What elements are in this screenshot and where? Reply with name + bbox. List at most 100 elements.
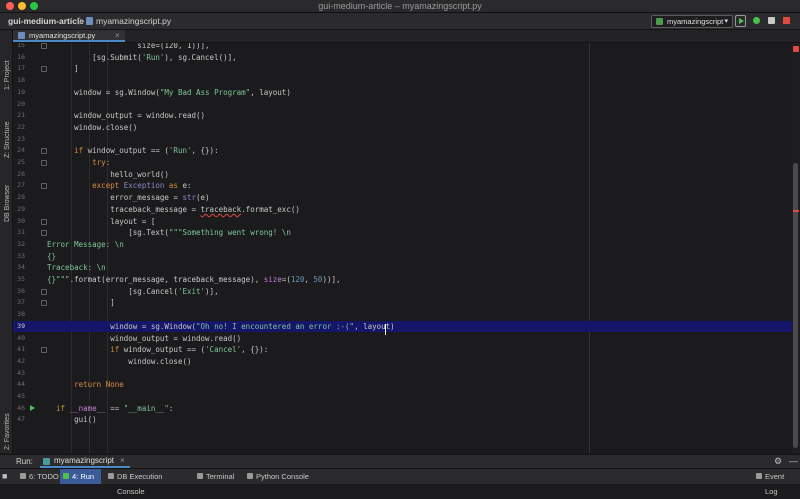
breadcrumb-file[interactable]: myamazingscript.py [96,13,171,29]
code-line[interactable]: 41 if window_output == ('Cancel', {}): [13,344,792,356]
code-line[interactable]: 38 [13,309,792,321]
line-number[interactable]: 17 [13,63,25,75]
line-number[interactable]: 16 [13,52,25,64]
code-line[interactable]: 47 gui() [13,414,792,426]
line-number[interactable]: 36 [13,286,25,298]
line-number[interactable]: 30 [13,216,25,228]
code-token: "My Bad Ass Program" [159,87,251,97]
code-line[interactable]: 33 {} [13,251,792,263]
code-line[interactable]: 31 [sg.Text("""Something went wrong! \n [13,227,792,239]
line-number[interactable]: 38 [13,309,25,321]
line-number[interactable]: 20 [13,99,25,111]
tab-favorites[interactable]: 2: Favorites [0,406,12,450]
status-tab-run[interactable]: 4: Run [60,469,101,484]
line-number[interactable]: 15 [13,43,25,52]
run-button[interactable] [735,15,746,27]
line-number[interactable]: 46 [13,403,25,415]
run-configuration-select[interactable]: myamazingscript ▾ [651,15,733,28]
code-line[interactable]: 21 window_output = window.read() [13,110,792,122]
debug-button[interactable] [751,15,762,27]
code-line[interactable]: 40 window_output = window.read() [13,333,792,345]
code-line[interactable]: 15 size=(120, 1))], [13,43,792,52]
code-line[interactable]: 30 layout = [ [13,216,792,228]
line-number[interactable]: 21 [13,110,25,122]
editor-scrollbar[interactable] [792,43,800,453]
line-number[interactable]: 37 [13,297,25,309]
line-number[interactable]: 40 [13,333,25,345]
code-line[interactable]: 36 [sg.Cancel('Exit')], [13,286,792,298]
line-number[interactable]: 32 [13,239,25,251]
hide-panel-icon[interactable]: — [789,455,798,467]
code-token: ))], [322,275,341,284]
line-number[interactable]: 23 [13,134,25,146]
code-line[interactable]: 34 Traceback: \n [13,262,792,274]
status-tab-terminal[interactable]: Terminal [194,469,240,484]
close-run-tab-icon[interactable]: × [120,455,125,467]
error-indicator-icon[interactable] [793,46,799,52]
line-number[interactable]: 28 [13,192,25,204]
code-line[interactable]: 37 ] [13,297,792,309]
line-number[interactable]: 44 [13,379,25,391]
line-number[interactable]: 47 [13,414,25,426]
code-line[interactable]: 32 Error Message: \n [13,239,792,251]
gutter-run-icon[interactable] [30,404,35,411]
code-line[interactable]: 29 traceback_message = traceback.format_… [13,204,792,216]
code-line[interactable]: 17 ] [13,63,792,75]
line-number[interactable]: 26 [13,169,25,181]
editor-tab-myamazingscript[interactable]: myamazingscript.py × [13,30,125,42]
code-line[interactable]: 16 [sg.Submit('Run'), sg.Cancel()], [13,52,792,64]
close-tab-icon[interactable]: × [115,30,120,41]
line-number[interactable]: 35 [13,274,25,286]
code-line[interactable]: 45 [13,391,792,403]
tab-db-browser[interactable]: DB Browser [0,166,12,222]
line-number[interactable]: 39 [13,321,25,333]
code-line[interactable]: 43 [13,368,792,380]
code-line[interactable]: 26 hello_world() [13,169,792,181]
code-line[interactable]: 44 return None [13,379,792,391]
code-line[interactable]: 25 try: [13,157,792,169]
tab-project[interactable]: 1: Project [0,34,12,90]
code-line[interactable]: 22 window.close() [13,122,792,134]
run-tab-myamazingscript[interactable]: myamazingscript × [40,455,130,468]
run-tab-label: myamazingscript [54,456,115,465]
line-number[interactable]: 18 [13,75,25,87]
run-configuration-label: myamazingscript [667,17,724,26]
line-number[interactable]: 27 [13,180,25,192]
line-number[interactable]: 29 [13,204,25,216]
line-number[interactable]: 41 [13,344,25,356]
code-line[interactable]: 39 window = sg.Window("Oh no! I encounte… [13,320,792,333]
code-line[interactable]: 35 {}""".format(error_message, traceback_… [13,274,792,286]
status-tab-db-console[interactable]: DB Execution Console [105,469,190,496]
line-number[interactable]: 42 [13,356,25,368]
code-editor[interactable]: 15 size=(120, 1))], 16 [sg.Submit('Run'),… [13,43,792,453]
code-line[interactable]: 18 [13,75,792,87]
status-tab-python-console[interactable]: Python Console [244,469,310,484]
line-number[interactable]: 24 [13,145,25,157]
tool-windows-icon[interactable]: ■ [2,469,7,484]
code-line[interactable]: 27 except Exception as e: [13,180,792,192]
status-tab-todo[interactable]: 6: TODO [17,469,59,484]
line-number[interactable]: 33 [13,251,25,263]
code-line[interactable]: 19 window = sg.Window("My Bad Ass Progra… [13,87,792,99]
line-number[interactable]: 31 [13,227,25,239]
line-number[interactable]: 19 [13,87,25,99]
scrollbar-thumb[interactable] [793,163,798,448]
gear-icon[interactable]: ⚙ [774,457,782,466]
stop-button[interactable] [781,15,792,27]
code-line[interactable]: 23 [13,134,792,146]
code-line[interactable]: 28 error_message = str(e) [13,192,792,204]
line-number[interactable]: 34 [13,262,25,274]
status-event-log[interactable]: Event Log [753,469,798,496]
tab-structure[interactable]: Z: Structure [0,96,12,158]
line-number[interactable]: 45 [13,391,25,403]
code-line[interactable]: 46 if __name__ == "__main__": [13,403,792,415]
code-line[interactable]: 42 window.close() [13,356,792,368]
line-number[interactable]: 22 [13,122,25,134]
line-number[interactable]: 25 [13,157,25,169]
line-number[interactable]: 43 [13,368,25,380]
run-with-coverage-button[interactable] [766,15,777,27]
error-stripe-mark[interactable] [793,210,799,212]
code-line[interactable]: 20 [13,99,792,111]
code-line[interactable]: 24 if window_output == ('Run', {}): [13,145,792,157]
breadcrumb-project[interactable]: gui-medium-article [8,13,84,29]
